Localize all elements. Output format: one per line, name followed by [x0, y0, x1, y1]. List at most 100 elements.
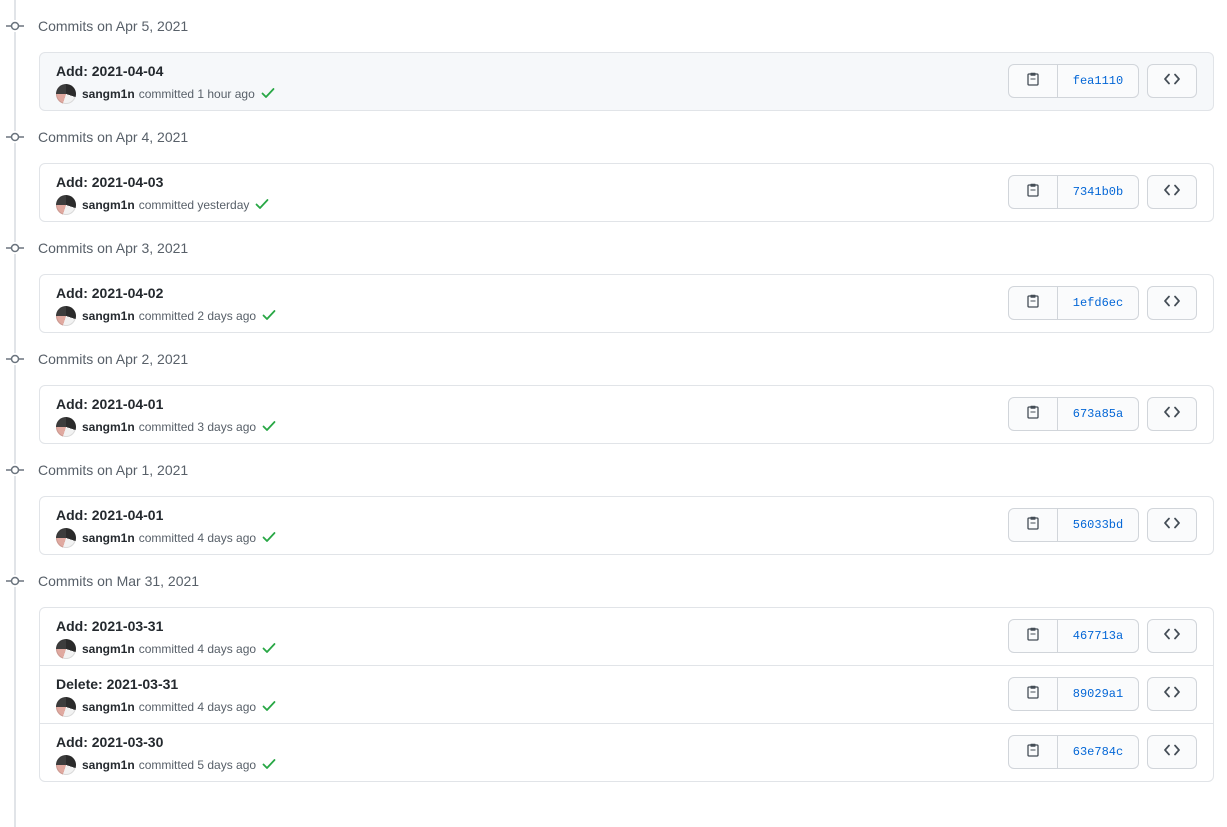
commit-message-link[interactable]: Add: 2021-03-30	[56, 734, 163, 750]
copy-sha-button[interactable]	[1009, 398, 1058, 430]
code-icon	[1164, 743, 1180, 761]
commit-message-link[interactable]: Add: 2021-04-02	[56, 285, 163, 301]
sha-button-group: 56033bd	[1008, 508, 1139, 542]
code-icon	[1164, 405, 1180, 423]
author-link[interactable]: sangm1n	[82, 87, 135, 101]
commit-row: Add: 2021-04-04 sangm1n committed 1 hour a…	[40, 53, 1213, 110]
commit-group-header: Commits on Apr 5, 2021	[0, 0, 1227, 52]
author-link[interactable]: sangm1n	[82, 309, 135, 323]
copy-sha-button[interactable]	[1009, 176, 1058, 208]
browse-repo-button[interactable]	[1147, 735, 1197, 769]
commit-group-title: Commits on Apr 4, 2021	[38, 129, 189, 145]
author-link[interactable]: sangm1n	[82, 531, 135, 545]
copy-sha-button[interactable]	[1009, 287, 1058, 319]
commit-message-link[interactable]: Add: 2021-04-04	[56, 63, 163, 79]
copy-sha-button[interactable]	[1009, 678, 1058, 710]
check-icon[interactable]	[262, 642, 276, 657]
author-link[interactable]: sangm1n	[82, 642, 135, 656]
commit-time: committed 4 days ago	[138, 700, 257, 714]
check-icon[interactable]	[261, 87, 275, 102]
commit-group-header: Commits on Mar 31, 2021	[0, 555, 1227, 607]
commit-sha-link[interactable]: 467713a	[1058, 620, 1138, 652]
commit-meta: sangm1n committed 4 days ago	[56, 528, 276, 548]
commit-row: Add: 2021-04-01 sangm1n committed 3 days a…	[40, 386, 1213, 443]
copy-sha-button[interactable]	[1009, 65, 1058, 97]
commit-list: Add: 2021-04-04 sangm1n committed 1 hour a…	[39, 52, 1214, 111]
clippy-icon	[1027, 183, 1039, 202]
commit-group: Commits on Apr 5, 2021 Add: 2021-04-04 san…	[0, 0, 1227, 111]
commit-meta: sangm1n committed yesterday	[56, 195, 269, 215]
avatar[interactable]	[56, 195, 76, 215]
copy-sha-button[interactable]	[1009, 736, 1058, 768]
commit-meta: sangm1n committed 5 days ago	[56, 755, 276, 775]
git-commit-icon	[6, 353, 24, 365]
commit-group-header: Commits on Apr 2, 2021	[0, 333, 1227, 385]
commit-sha-link[interactable]: fea1110	[1058, 65, 1138, 97]
avatar[interactable]	[56, 417, 76, 437]
browse-repo-button[interactable]	[1147, 175, 1197, 209]
browse-repo-button[interactable]	[1147, 677, 1197, 711]
commit-row: Add: 2021-03-30 sangm1n committed 5 days a…	[40, 723, 1213, 781]
code-icon	[1164, 627, 1180, 645]
code-icon	[1164, 516, 1180, 534]
check-icon[interactable]	[262, 758, 276, 773]
author-link[interactable]: sangm1n	[82, 758, 135, 772]
author-link[interactable]: sangm1n	[82, 420, 135, 434]
commit-list: Add: 2021-03-31 sangm1n committed 4 days a…	[39, 607, 1214, 782]
copy-sha-button[interactable]	[1009, 620, 1058, 652]
commit-sha-link[interactable]: 7341b0b	[1058, 176, 1138, 208]
avatar[interactable]	[56, 528, 76, 548]
check-icon[interactable]	[262, 531, 276, 546]
commit-message-link[interactable]: Add: 2021-04-01	[56, 507, 163, 523]
avatar[interactable]	[56, 755, 76, 775]
code-icon	[1164, 72, 1180, 90]
commit-sha-link[interactable]: 89029a1	[1058, 678, 1138, 710]
sha-button-group: 1efd6ec	[1008, 286, 1139, 320]
commit-time: committed 2 days ago	[138, 309, 257, 323]
git-commit-icon	[6, 131, 24, 143]
clippy-icon	[1027, 72, 1039, 91]
avatar[interactable]	[56, 84, 76, 104]
sha-button-group: 467713a	[1008, 619, 1139, 653]
commit-group-header: Commits on Apr 4, 2021	[0, 111, 1227, 163]
check-icon[interactable]	[262, 420, 276, 435]
code-icon	[1164, 294, 1180, 312]
commit-sha-link[interactable]: 63e784c	[1058, 736, 1138, 768]
author-link[interactable]: sangm1n	[82, 700, 135, 714]
sha-button-group: 89029a1	[1008, 677, 1139, 711]
commit-row: Add: 2021-04-03 sangm1n committed yesterda…	[40, 164, 1213, 221]
avatar[interactable]	[56, 639, 76, 659]
check-icon[interactable]	[262, 700, 276, 715]
commit-message-link[interactable]: Add: 2021-04-03	[56, 174, 163, 190]
commit-time: committed 4 days ago	[138, 642, 257, 656]
sha-button-group: 63e784c	[1008, 735, 1139, 769]
commit-message-link[interactable]: Add: 2021-03-31	[56, 618, 163, 634]
commit-list: Add: 2021-04-02 sangm1n committed 2 days a…	[39, 274, 1214, 333]
commit-meta: sangm1n committed 2 days ago	[56, 306, 276, 326]
commit-group: Commits on Mar 31, 2021 Add: 2021-03-31 sa…	[0, 555, 1227, 782]
check-icon[interactable]	[255, 198, 269, 213]
commit-message-link[interactable]: Add: 2021-04-01	[56, 396, 163, 412]
browse-repo-button[interactable]	[1147, 286, 1197, 320]
commit-sha-link[interactable]: 1efd6ec	[1058, 287, 1138, 319]
commit-sha-link[interactable]: 673a85a	[1058, 398, 1138, 430]
copy-sha-button[interactable]	[1009, 509, 1058, 541]
browse-repo-button[interactable]	[1147, 64, 1197, 98]
check-icon[interactable]	[262, 309, 276, 324]
browse-repo-button[interactable]	[1147, 397, 1197, 431]
commit-timeline: Commits on Apr 5, 2021 Add: 2021-04-04 san…	[0, 0, 1227, 782]
sha-button-group: fea1110	[1008, 64, 1139, 98]
author-link[interactable]: sangm1n	[82, 198, 135, 212]
commit-list: Add: 2021-04-01 sangm1n committed 3 days a…	[39, 385, 1214, 444]
avatar[interactable]	[56, 306, 76, 326]
commit-meta: sangm1n committed 4 days ago	[56, 639, 276, 659]
avatar[interactable]	[56, 697, 76, 717]
clippy-icon	[1027, 743, 1039, 762]
browse-repo-button[interactable]	[1147, 508, 1197, 542]
commit-list: Add: 2021-04-01 sangm1n committed 4 days a…	[39, 496, 1214, 555]
browse-repo-button[interactable]	[1147, 619, 1197, 653]
commit-sha-link[interactable]: 56033bd	[1058, 509, 1138, 541]
commit-time: committed 3 days ago	[138, 420, 257, 434]
commit-group: Commits on Apr 2, 2021 Add: 2021-04-01 san…	[0, 333, 1227, 444]
commit-message-link[interactable]: Delete: 2021-03-31	[56, 676, 178, 692]
